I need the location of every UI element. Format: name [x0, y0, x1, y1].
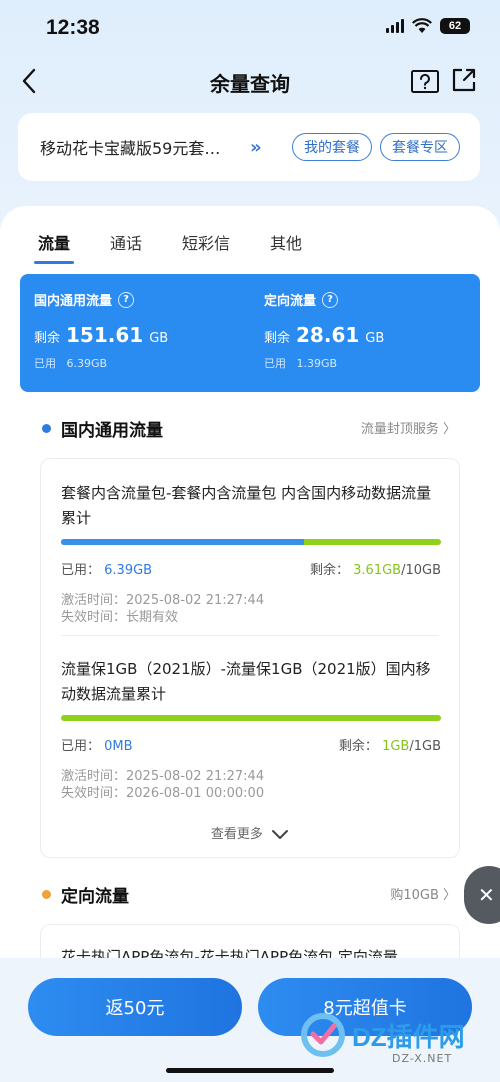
nav-bar: 余量查询 [0, 56, 500, 106]
plan-card[interactable]: 移动花卡宝藏版59元套… » 我的套餐 套餐专区 [18, 113, 480, 181]
package-list: 套餐内含流量包-套餐内含流量包 内含国内移动数据流量累计 已用： 6.39GB … [40, 458, 460, 858]
help-book-icon[interactable] [410, 68, 440, 96]
used-label: 已用 [34, 357, 56, 370]
close-icon[interactable]: ✕ [478, 883, 495, 907]
targeted-section-header: 定向流量 [42, 882, 129, 907]
home-indicator [166, 1068, 334, 1073]
expire-time: 2026-08-01 00:00:00 [126, 786, 265, 801]
usage-bar-used [61, 539, 304, 545]
question-icon[interactable]: ? [118, 291, 135, 308]
activated-time: 2025-08-02 21:27:44 [126, 593, 265, 608]
domestic-summary-title: 国内通用流量 [34, 294, 113, 309]
expire-label: 失效时间： [61, 786, 127, 801]
rebate-button[interactable]: 返50元 [28, 978, 242, 1036]
question-icon[interactable]: ? [322, 291, 339, 308]
remain-label: 剩余 [34, 331, 61, 346]
used-label: 已用： [61, 563, 101, 578]
expire-label: 失效时间： [61, 610, 127, 625]
wifi-icon [412, 18, 432, 33]
unit-label: GB [149, 331, 169, 346]
watermark-brand: DZ插件网 [352, 1021, 465, 1052]
data-cap-service-link[interactable]: 流量封顶服务 〉 [361, 418, 456, 437]
battery-icon: 62 [440, 18, 470, 34]
tab-bar: 流量 通话 短彩信 其他 [33, 230, 342, 264]
buy-10gb-link[interactable]: 购10GB 〉 [390, 884, 456, 903]
remain-label: 剩余： [338, 739, 378, 754]
domestic-section-header: 国内通用流量 [42, 416, 163, 441]
domestic-section-title: 国内通用流量 [61, 421, 163, 441]
targeted-section-title: 定向流量 [61, 887, 129, 907]
targeted-summary: 定向流量 ? 剩余 28.61 GB 已用 1.39GB [264, 290, 384, 371]
bullet-dot [42, 424, 51, 433]
total-value: /10GB [401, 563, 441, 578]
watermark: DZ插件网 DZ-X.NET [300, 1012, 465, 1065]
package-item: 套餐内含流量包-套餐内含流量包 内含国内移动数据流量累计 已用： 6.39GB … [61, 481, 441, 626]
usage-bar [61, 539, 441, 545]
total-value: /1GB [409, 739, 441, 754]
remain-label: 剩余： [309, 563, 349, 578]
targeted-summary-title: 定向流量 [264, 294, 317, 309]
tab-other[interactable]: 其他 [270, 230, 302, 254]
main-sheet: 流量 通话 短彩信 其他 国内通用流量 ? 剩余 151.61 GB 已用 6.… [0, 206, 500, 1082]
remain-value: 1GB [382, 739, 410, 754]
used-label: 已用： [61, 739, 101, 754]
watermark-domain: DZ-X.NET [392, 1052, 453, 1065]
domestic-used-value: 6.39GB [66, 357, 108, 370]
tab-calls[interactable]: 通话 [110, 230, 142, 254]
chevron-down-icon[interactable] [271, 829, 289, 841]
used-value: 0MB [104, 739, 133, 754]
watermark-logo-icon [301, 1013, 345, 1057]
package-name: 流量保1GB（2021版）-流量保1GB（2021版）国内移动数据流量累计 [61, 660, 431, 703]
status-time: 12:38 [46, 16, 100, 39]
floating-close-button[interactable]: ✕ [464, 866, 500, 924]
targeted-used-value: 1.39GB [296, 357, 338, 370]
used-label: 已用 [264, 357, 286, 370]
used-value: 6.39GB [104, 563, 153, 578]
usage-summary-card: 国内通用流量 ? 剩余 151.61 GB 已用 6.39GB 定向流量 ? 剩… [20, 274, 480, 392]
targeted-remain-value: 28.61 [296, 323, 360, 347]
status-bar: 12:38 62 [0, 0, 500, 56]
tab-sms[interactable]: 短彩信 [182, 230, 230, 254]
divider [61, 635, 439, 636]
show-more-label[interactable]: 查看更多 [211, 827, 263, 842]
activated-label: 激活时间： [61, 593, 127, 608]
activated-label: 激活时间： [61, 769, 127, 784]
usage-bar [61, 715, 441, 721]
plan-zone-button[interactable]: 套餐专区 [380, 133, 460, 161]
show-more-button[interactable]: 查看更多 [41, 823, 459, 842]
double-chevron-icon[interactable]: » [250, 137, 262, 158]
package-item: 流量保1GB（2021版）-流量保1GB（2021版）国内移动数据流量累计 已用… [61, 657, 441, 802]
bullet-dot [42, 890, 51, 899]
package-name: 套餐内含流量包-套餐内含流量包 内含国内移动数据流量累计 [61, 484, 432, 527]
activated-time: 2025-08-02 21:27:44 [126, 769, 265, 784]
expire-time: 长期有效 [126, 610, 179, 625]
remain-label: 剩余 [264, 331, 291, 346]
plan-name[interactable]: 移动花卡宝藏版59元套… [40, 135, 240, 159]
remain-value: 3.61GB [353, 563, 402, 578]
domestic-remain-value: 151.61 [66, 323, 144, 347]
my-plan-button[interactable]: 我的套餐 [292, 133, 372, 161]
status-icons: 62 [386, 18, 470, 34]
unit-label: GB [365, 331, 385, 346]
share-icon[interactable] [450, 66, 478, 94]
tab-data[interactable]: 流量 [33, 230, 75, 264]
domestic-summary: 国内通用流量 ? 剩余 151.61 GB 已用 6.39GB [34, 290, 168, 371]
signal-icon [386, 19, 404, 33]
